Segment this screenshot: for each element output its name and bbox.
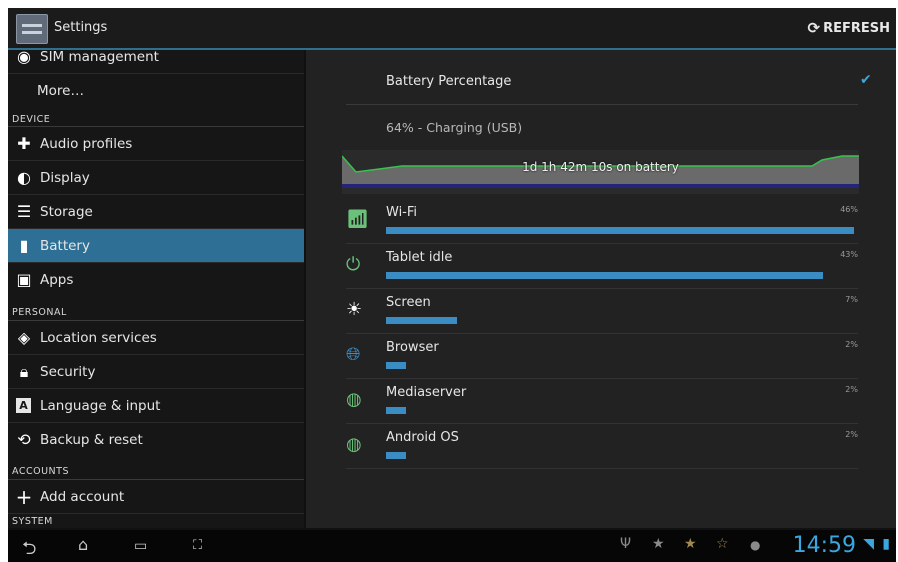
notification-icon: ● (750, 538, 761, 552)
battery-status-icon: ▮ (882, 536, 890, 552)
battery-panel: Battery Percentage ✔ 64% - Charging (USB… (306, 50, 896, 528)
refresh-button[interactable]: ⟳ REFRESH (808, 19, 890, 37)
battery-usage-row[interactable]: ◍ Mediaserver 2% (346, 378, 858, 424)
sidebar-item-label: Battery (40, 237, 90, 254)
sidebar-item-label: Security (40, 363, 96, 380)
sidebar-item-label: Apps (40, 271, 74, 288)
refresh-icon: ⟳ (807, 19, 821, 37)
sidebar-item-label: Audio profiles (40, 135, 133, 152)
sidebar-item-storage[interactable]: ☰ Storage (8, 195, 304, 229)
star-icon: ★ (652, 536, 665, 552)
android-icon: ◍ (346, 389, 362, 410)
battery-usage-row[interactable]: 🌐︎ Browser 2% (346, 333, 858, 379)
wifi-app-icon: 📶︎ (346, 209, 369, 230)
screenshot-icon[interactable]: ⛶ (193, 538, 202, 553)
star-outline-icon: ☆ (716, 536, 729, 552)
sidebar-item-add-account[interactable]: + Add account (8, 480, 304, 514)
sidebar-item-apps[interactable]: ▣ Apps (8, 263, 304, 296)
sidebar-item-more[interactable]: More… (8, 74, 304, 107)
refresh-label: REFRESH (823, 20, 890, 36)
settings-sidebar[interactable]: ◉ SIM management More… DEVICE ✚ Audio pr… (8, 50, 304, 528)
lock-icon: 🔒︎ (19, 361, 29, 381)
audio-profiles-icon: ✚ (17, 134, 31, 153)
sidebar-item-label: Display (40, 169, 90, 186)
sidebar-item-language-input[interactable]: A Language & input (8, 389, 304, 423)
battery-usage-row[interactable]: ◍ Android OS 2% (346, 423, 858, 469)
battery-usage-row[interactable]: ☀ Screen 7% (346, 288, 858, 334)
sidebar-item-label: Storage (40, 203, 93, 220)
usage-percent: 2% (845, 340, 858, 349)
home-icon[interactable]: ⌂ (78, 535, 88, 554)
usage-percent: 2% (845, 430, 858, 439)
sidebar-item-label: More… (37, 82, 84, 99)
app-title: Settings (54, 20, 108, 35)
usage-name: Wi-Fi (386, 205, 418, 220)
sidebar-item-backup-reset[interactable]: ⟲ Backup & reset (8, 423, 304, 456)
sidebar-item-label: Backup & reset (40, 431, 143, 448)
usage-percent: 2% (845, 385, 858, 394)
sidebar-item-security[interactable]: 🔒︎ Security (8, 355, 304, 389)
section-header-device: DEVICE (12, 114, 51, 125)
usage-name: Mediaserver (386, 385, 467, 400)
star-icon: ★ (684, 536, 697, 552)
battery-icon: ▮ (19, 236, 29, 255)
battery-usage-row[interactable]: ⏻ Tablet idle 43% (346, 243, 858, 289)
usage-name: Tablet idle (386, 250, 453, 265)
wifi-signal-icon: ◥ (863, 536, 874, 552)
battery-percentage-checkbox[interactable]: ✔ (860, 72, 872, 88)
battery-percentage-label: Battery Percentage (386, 74, 512, 89)
section-header-personal: PERSONAL (12, 307, 67, 318)
backup-icon: ⟲ (17, 430, 31, 449)
usage-bar (386, 272, 823, 279)
clock: 14:59 (792, 533, 856, 558)
section-header-system: SYSTEM (12, 516, 53, 527)
usb-icon: Ψ (620, 536, 632, 552)
sidebar-item-display[interactable]: ◐ Display (8, 161, 304, 195)
brightness-icon: ☀ (346, 299, 363, 320)
battery-baseline (342, 184, 859, 188)
usage-bar (386, 452, 406, 459)
battery-percentage-row[interactable]: Battery Percentage ✔ (346, 50, 872, 105)
battery-status: 64% - Charging (USB) (386, 120, 523, 135)
settings-app-icon[interactable] (16, 14, 48, 44)
usage-name: Android OS (386, 430, 459, 445)
back-icon[interactable]: ⮌ (22, 536, 36, 562)
usage-bar (386, 227, 854, 234)
usage-bar (386, 317, 457, 324)
usage-name: Screen (386, 295, 431, 310)
action-bar: Settings ⟳ REFRESH (8, 8, 896, 50)
sidebar-item-label: Language & input (40, 397, 161, 414)
power-icon: ⏻ (346, 254, 361, 275)
system-nav-bar: ⮌ ⌂ ▭ ⛶ Ψ ★ ★ ☆ ● 14:59 ◥ ▮ (8, 530, 896, 562)
location-icon: ◈ (17, 328, 31, 347)
battery-history-graph[interactable]: 1d 1h 42m 10s on battery (342, 150, 859, 194)
recent-apps-icon[interactable]: ▭ (134, 538, 147, 554)
usage-name: Browser (386, 340, 439, 355)
usage-bar (386, 407, 406, 414)
usage-percent: 7% (845, 295, 858, 304)
graph-label: 1d 1h 42m 10s on battery (522, 160, 679, 174)
sidebar-item-label: Location services (40, 329, 157, 346)
plus-icon: + (15, 484, 33, 509)
tablet-screen: Settings ⟳ REFRESH ◉ SIM management More… (8, 8, 896, 562)
sidebar-item-label: Add account (40, 488, 125, 505)
android-icon: ◍ (346, 434, 362, 455)
usage-percent: 46% (840, 205, 858, 214)
apps-icon: ▣ (16, 270, 32, 289)
section-header-accounts: ACCOUNTS (12, 466, 69, 477)
language-icon: A (16, 398, 31, 413)
display-icon: ◐ (17, 168, 31, 187)
storage-icon: ☰ (16, 202, 32, 221)
usage-percent: 43% (840, 250, 858, 259)
sidebar-item-battery[interactable]: ▮ Battery (8, 229, 304, 263)
sidebar-item-sim-management[interactable]: ◉ SIM management (8, 50, 304, 74)
usage-bar (386, 362, 406, 369)
sidebar-item-audio-profiles[interactable]: ✚ Audio profiles (8, 127, 304, 161)
sim-icon: ◉ (17, 50, 31, 66)
battery-usage-row[interactable]: 📶︎ Wi-Fi 46% (346, 198, 858, 244)
sidebar-item-location-services[interactable]: ◈ Location services (8, 321, 304, 355)
globe-icon: 🌐︎ (346, 344, 361, 365)
sidebar-item-label: SIM management (40, 50, 159, 65)
